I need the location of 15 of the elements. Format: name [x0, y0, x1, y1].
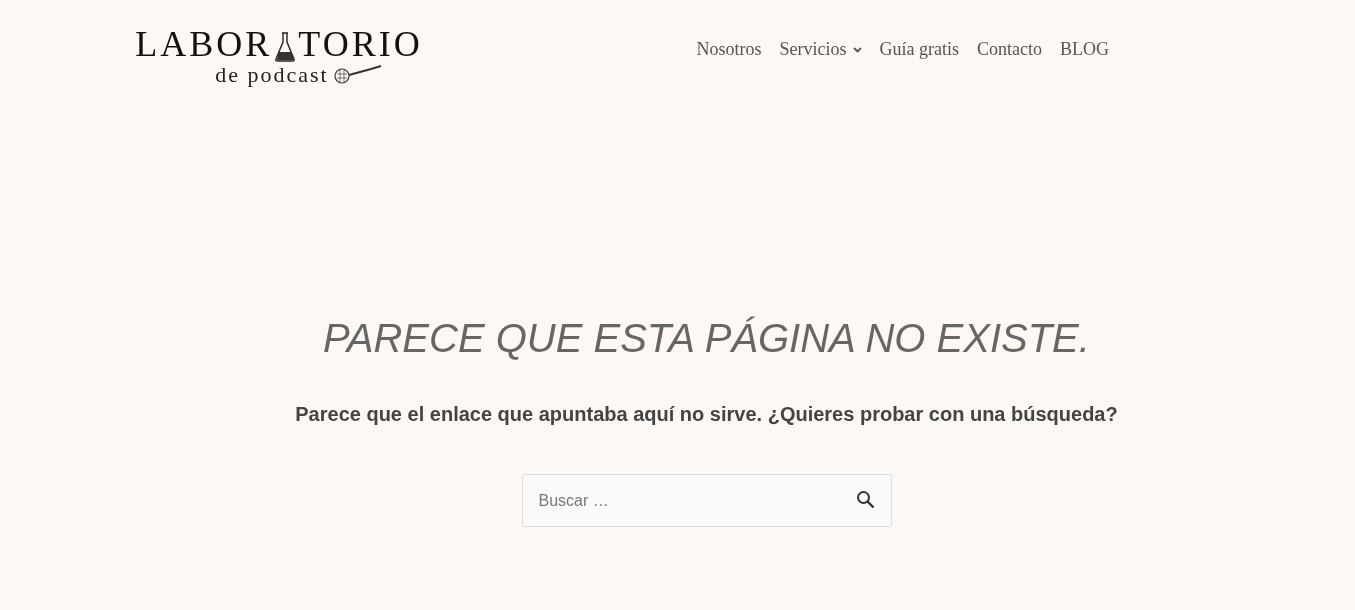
nav-link[interactable]: Guía gratis: [879, 39, 959, 60]
nav-link[interactable]: Servicios: [779, 39, 862, 60]
error-message: Parece que el enlace que apuntaba aquí no sirve. ¿Quieres probar con una búsqueda?: [295, 403, 1118, 426]
nav-link[interactable]: Contacto: [977, 39, 1042, 60]
flask-icon: [274, 32, 297, 62]
logo-tagline: de podcast: [215, 62, 329, 88]
page-heading: PARECE QUE ESTA PÁGINA NO EXISTE.: [323, 316, 1090, 361]
search-field[interactable]: Buscar …: [521, 474, 892, 527]
nav-link[interactable]: Nosotros: [696, 39, 762, 60]
search-icon[interactable]: [855, 490, 876, 510]
logo-word: TORIO: [298, 26, 423, 62]
microphone-icon: [332, 64, 383, 86]
logo-word: LABOR: [135, 26, 273, 62]
chevron-down-icon: [852, 46, 862, 53]
nav-link[interactable]: BLOG: [1060, 39, 1109, 60]
